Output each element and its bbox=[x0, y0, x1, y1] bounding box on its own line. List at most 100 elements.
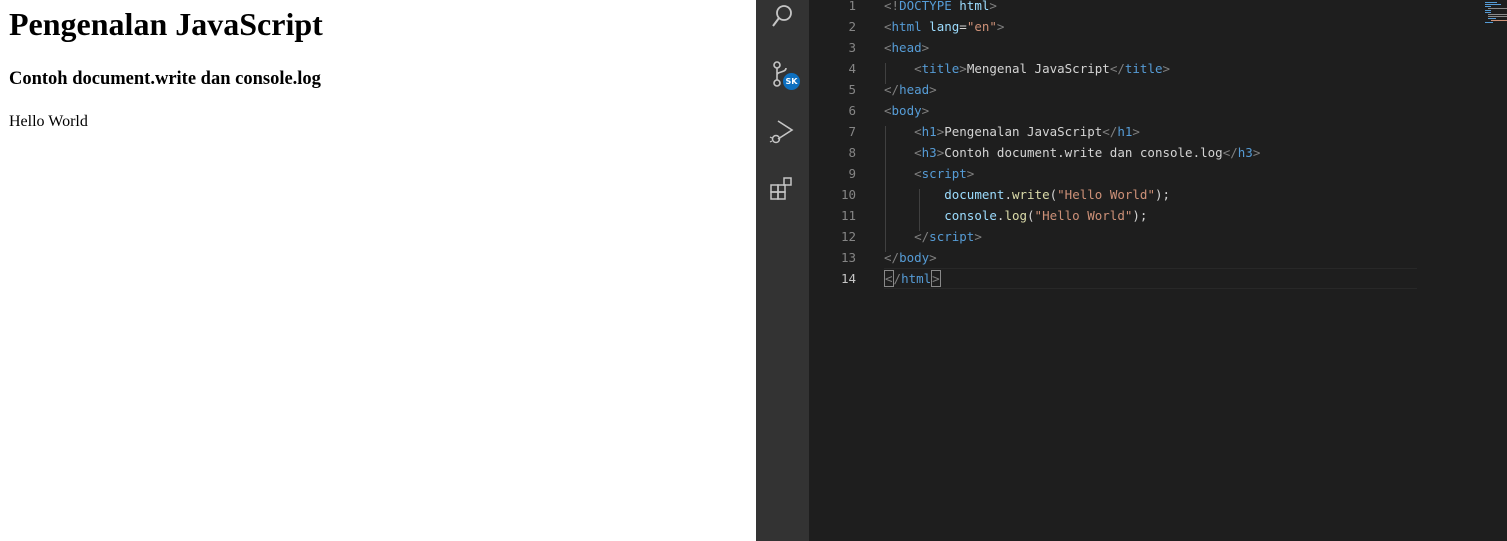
code-token: log bbox=[1004, 208, 1028, 223]
code-text: document.write("Hello World"); bbox=[884, 184, 1170, 205]
code-line[interactable]: 5 </head> bbox=[809, 79, 1507, 100]
code-token: > bbox=[1132, 124, 1140, 139]
code-token: "Hello World" bbox=[1057, 187, 1155, 202]
code-token: < bbox=[884, 19, 892, 34]
code-area[interactable]: 1 <!DOCTYPE html> 2 <html lang="en"> 3 <head>… bbox=[809, 0, 1507, 541]
line-number: 1 bbox=[848, 0, 856, 13]
code-line[interactable]: 4 <title>Mengenal JavaScript</title> bbox=[809, 58, 1507, 79]
line-number: 9 bbox=[848, 166, 856, 181]
line-number: 12 bbox=[840, 229, 856, 244]
code-token: html bbox=[959, 0, 990, 13]
code-text: console.log("Hello World"); bbox=[884, 205, 1147, 226]
line-number: 6 bbox=[848, 103, 856, 118]
matched-bracket: > bbox=[931, 270, 941, 287]
code-token: </ bbox=[884, 250, 900, 265]
document-write-output: Hello World bbox=[9, 113, 88, 130]
code-token: < bbox=[914, 166, 922, 181]
code-token: </ bbox=[914, 229, 930, 244]
code-token: > bbox=[966, 166, 975, 181]
code-line[interactable]: 3 <head> bbox=[809, 37, 1507, 58]
code-token: </ bbox=[1222, 145, 1238, 160]
code-token: ); bbox=[1132, 208, 1148, 223]
code-token: </ bbox=[884, 82, 900, 97]
code-token: </ bbox=[1109, 61, 1125, 76]
source-control-icon[interactable]: SK bbox=[768, 59, 800, 90]
extensions-icon[interactable] bbox=[768, 175, 796, 203]
code-token: > bbox=[1162, 61, 1171, 76]
code-text: <head> bbox=[884, 37, 929, 58]
code-token: Contoh document.write dan console.log bbox=[944, 145, 1223, 160]
code-line[interactable]: 6 <body> bbox=[809, 100, 1507, 121]
code-line[interactable]: 11 console.log("Hello World"); bbox=[809, 205, 1507, 226]
line-number: 8 bbox=[848, 145, 856, 160]
code-token: > bbox=[959, 61, 967, 76]
line-number: 3 bbox=[848, 40, 856, 55]
code-token: > bbox=[996, 19, 1005, 34]
code-text: <h1>Pengenalan JavaScript</h1> bbox=[884, 121, 1140, 142]
code-line[interactable]: 14 </html> bbox=[809, 268, 1507, 289]
code-token: > bbox=[989, 0, 997, 13]
code-token: document bbox=[944, 187, 1005, 202]
page-heading: Pengenalan JavaScript bbox=[9, 6, 323, 42]
line-number: 13 bbox=[840, 250, 856, 265]
code-editor: SK 1 <!DOCTYPE html> 2 <html lang="en"> 3 <he… bbox=[756, 0, 1507, 541]
code-token: > bbox=[921, 40, 930, 55]
code-token: ( bbox=[1049, 187, 1058, 202]
code-token: < bbox=[884, 103, 892, 118]
page-subheading: Contoh document.write dan console.log bbox=[9, 69, 321, 89]
code-token: </ bbox=[1102, 124, 1118, 139]
code-line[interactable]: 8 <h3>Contoh document.write dan console.… bbox=[809, 142, 1507, 163]
code-line[interactable]: 9 <script> bbox=[809, 163, 1507, 184]
code-text: <script> bbox=[884, 163, 974, 184]
search-icon[interactable] bbox=[768, 2, 796, 30]
code-token: html bbox=[901, 271, 932, 286]
code-token: body bbox=[891, 103, 922, 118]
line-number: 14 bbox=[840, 271, 856, 286]
code-token: ); bbox=[1154, 187, 1171, 202]
code-token: > bbox=[1252, 145, 1261, 160]
line-number: 2 bbox=[848, 19, 856, 34]
code-line[interactable]: 7 <h1>Pengenalan JavaScript</h1> bbox=[809, 121, 1507, 142]
code-text: <!DOCTYPE html> bbox=[884, 0, 997, 16]
code-token: . bbox=[1004, 187, 1012, 202]
minimap[interactable] bbox=[1481, 0, 1507, 24]
code-token: ( bbox=[1027, 208, 1035, 223]
line-number: 11 bbox=[840, 208, 856, 223]
code-text: <title>Mengenal JavaScript</title> bbox=[884, 58, 1170, 79]
code-token: Mengenal JavaScript bbox=[966, 61, 1110, 76]
code-line[interactable]: 12 </script> bbox=[809, 226, 1507, 247]
code-line[interactable]: 13 </body> bbox=[809, 247, 1507, 268]
code-line[interactable]: 2 <html lang="en"> bbox=[809, 16, 1507, 37]
code-token: body bbox=[899, 250, 930, 265]
code-token: h3 bbox=[1237, 145, 1253, 160]
code-line[interactable]: 10 document.write("Hello World"); bbox=[809, 184, 1507, 205]
run-debug-icon[interactable] bbox=[768, 117, 796, 145]
code-text: <html lang="en"> bbox=[884, 16, 1004, 37]
code-text: </html> bbox=[884, 268, 941, 289]
code-token: console bbox=[944, 208, 997, 223]
code-line[interactable]: 1 <!DOCTYPE html> bbox=[809, 0, 1507, 16]
code-text: </script> bbox=[884, 226, 982, 247]
code-token: < bbox=[884, 40, 892, 55]
browser-preview: Pengenalan JavaScript Contoh document.wr… bbox=[0, 0, 756, 541]
code-token: html bbox=[891, 19, 922, 34]
line-number: 5 bbox=[848, 82, 856, 97]
code-token: > bbox=[921, 103, 930, 118]
matched-bracket: < bbox=[884, 270, 894, 287]
code-token: head bbox=[899, 82, 930, 97]
code-token: Pengenalan JavaScript bbox=[944, 124, 1103, 139]
code-token: < bbox=[914, 145, 922, 160]
line-number: 10 bbox=[840, 187, 856, 202]
code-token: title bbox=[921, 61, 960, 76]
code-token: DOCTYPE bbox=[899, 0, 952, 13]
code-token: = bbox=[959, 19, 967, 34]
code-token: write bbox=[1011, 187, 1050, 202]
code-token: lang bbox=[929, 19, 960, 34]
code-token: h3 bbox=[921, 145, 937, 160]
source-control-badge: SK bbox=[783, 73, 800, 90]
